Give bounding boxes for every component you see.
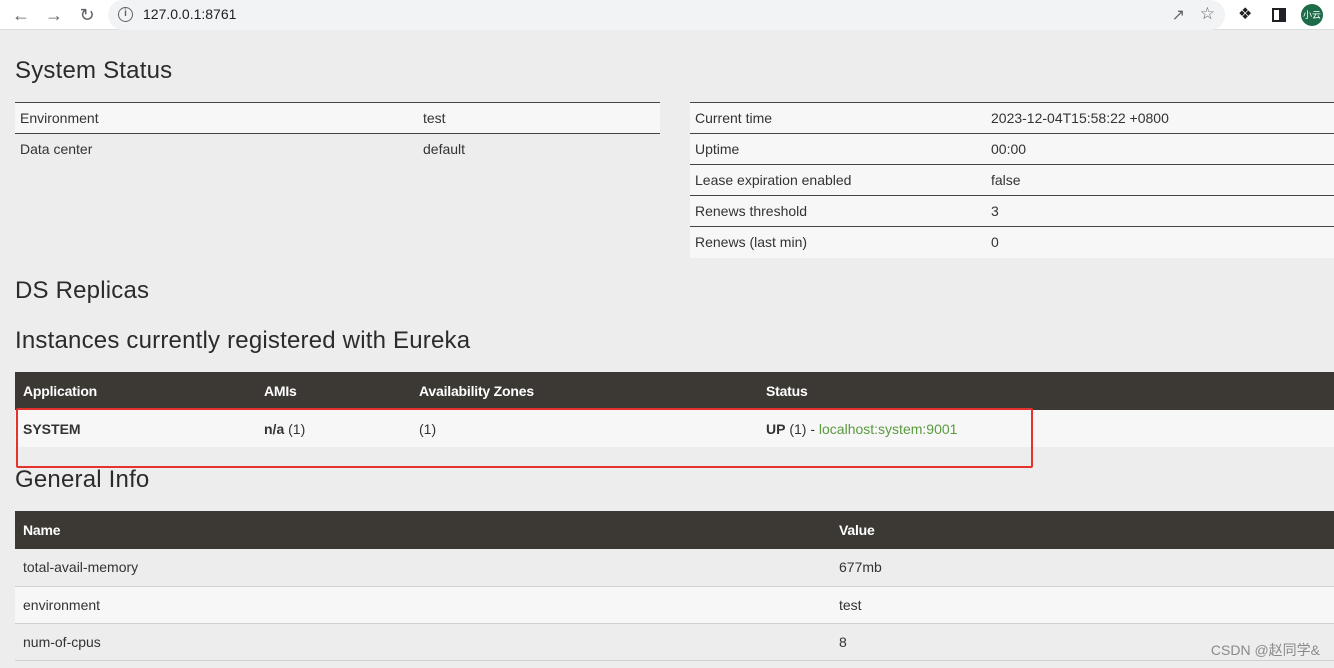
site-info-icon[interactable]: i bbox=[118, 7, 133, 22]
ami-count: (1) bbox=[288, 420, 306, 437]
address-url[interactable]: 127.0.0.1:8761 bbox=[143, 6, 236, 22]
ami-cell: n/a (1) bbox=[256, 410, 411, 447]
column-header-amis: AMIs bbox=[256, 372, 411, 410]
table-row: num-of-cpus 8 bbox=[15, 623, 1334, 661]
info-name: num-of-cpus bbox=[15, 623, 831, 661]
status-key: Environment bbox=[15, 102, 418, 134]
table-row: Renews threshold 3 bbox=[690, 195, 1334, 227]
status-key: Renews threshold bbox=[690, 195, 986, 227]
status-key: Lease expiration enabled bbox=[690, 164, 986, 196]
info-value: test bbox=[831, 586, 1334, 624]
info-name: environment bbox=[15, 586, 831, 624]
info-value: 677mb bbox=[831, 549, 1334, 587]
table-row: Current time 2023-12-04T15:58:22 +0800 bbox=[690, 102, 1334, 134]
table-row: Uptime 00:00 bbox=[690, 133, 1334, 165]
status-key: Data center bbox=[15, 133, 418, 165]
reload-icon[interactable]: ↻ bbox=[74, 2, 100, 28]
table-row: Renews (last min) 0 bbox=[690, 226, 1334, 258]
application-name: SYSTEM bbox=[15, 410, 256, 447]
status-count: (1) - bbox=[789, 420, 816, 437]
status-value: 2023-12-04T15:58:22 +0800 bbox=[986, 102, 1334, 134]
general-info-heading: General Info bbox=[15, 466, 150, 493]
status-value: test bbox=[418, 102, 660, 134]
column-header-zones: Availability Zones bbox=[411, 372, 758, 410]
extensions-puzzle-icon[interactable]: ❖ bbox=[1238, 4, 1252, 24]
status-value: default bbox=[418, 133, 660, 165]
column-header-status: Status bbox=[758, 372, 1334, 410]
table-row: Lease expiration enabled false bbox=[690, 164, 1334, 196]
watermark-text: CSDN @赵同学& bbox=[1210, 642, 1320, 658]
status-key: Uptime bbox=[690, 133, 986, 165]
column-header-application: Application bbox=[15, 372, 256, 410]
table-header-row: Name Value bbox=[15, 511, 1334, 549]
back-icon[interactable]: ← bbox=[8, 2, 34, 28]
address-bar[interactable]: i 127.0.0.1:8761 ↗ ☆ bbox=[108, 0, 1225, 30]
table-row: environment test bbox=[15, 586, 1334, 624]
system-status-right-table: Current time 2023-12-04T15:58:22 +0800 U… bbox=[690, 102, 1334, 258]
system-status-heading: System Status bbox=[15, 57, 173, 84]
side-panel-icon[interactable] bbox=[1272, 8, 1286, 22]
info-name: total-avail-memory bbox=[15, 549, 831, 587]
column-header-value: Value bbox=[831, 511, 1334, 549]
status-value: 00:00 bbox=[986, 133, 1334, 165]
ami-label: n/a bbox=[264, 420, 285, 437]
status-value: 3 bbox=[986, 195, 1334, 227]
system-status-left-table: Environment test Data center default bbox=[15, 102, 660, 165]
share-icon[interactable]: ↗ bbox=[1172, 5, 1185, 25]
table-row: Data center default bbox=[15, 133, 660, 165]
status-cell: UP (1) - localhost:system:9001 bbox=[758, 410, 1334, 447]
status-value: 0 bbox=[986, 226, 1334, 258]
status-key: Renews (last min) bbox=[690, 226, 986, 258]
forward-icon[interactable]: → bbox=[41, 2, 67, 28]
table-row: SYSTEM n/a (1) (1) UP (1) - localhost:sy… bbox=[15, 410, 1334, 447]
table-row: Environment test bbox=[15, 102, 660, 134]
instances-table: Application AMIs Availability Zones Stat… bbox=[15, 372, 1334, 447]
zones-cell: (1) bbox=[411, 410, 758, 447]
status-key: Current time bbox=[690, 102, 986, 134]
instance-link[interactable]: localhost:system:9001 bbox=[819, 421, 958, 437]
bookmark-star-icon[interactable]: ☆ bbox=[1200, 4, 1215, 24]
general-info-table: Name Value total-avail-memory 677mb envi… bbox=[15, 511, 1334, 661]
ds-replicas-heading: DS Replicas bbox=[15, 277, 150, 304]
table-row: total-avail-memory 677mb bbox=[15, 549, 1334, 587]
browser-toolbar: ← → ↻ i 127.0.0.1:8761 ↗ ☆ ❖ 小云 bbox=[0, 0, 1334, 30]
status-label: UP bbox=[766, 420, 786, 437]
status-value: false bbox=[986, 164, 1334, 196]
profile-avatar[interactable]: 小云 bbox=[1301, 4, 1323, 26]
column-header-name: Name bbox=[15, 511, 831, 549]
table-header-row: Application AMIs Availability Zones Stat… bbox=[15, 372, 1334, 410]
instances-heading: Instances currently registered with Eure… bbox=[15, 327, 471, 354]
